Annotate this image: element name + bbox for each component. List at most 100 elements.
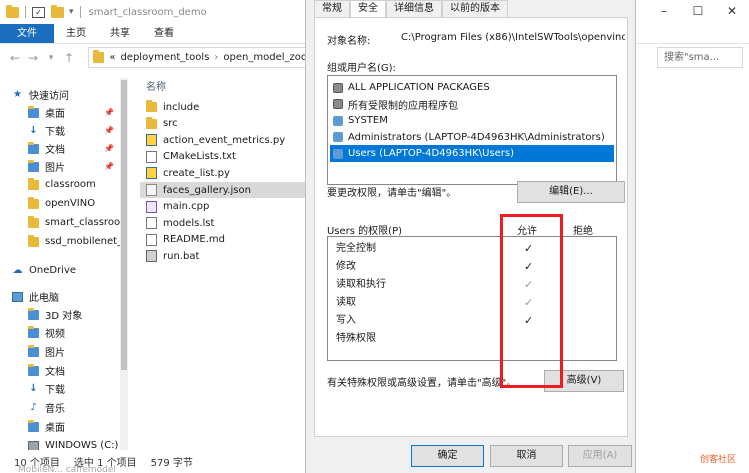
new-folder-icon[interactable] (51, 4, 64, 18)
file-name: action_event_metrics.py (163, 134, 286, 146)
nav-item-label: OneDrive (29, 265, 77, 276)
watermark-subtitle: 创客社区 (700, 455, 737, 465)
nav-item-label: 图片 (45, 163, 65, 174)
nav-item-label: 桌面 (45, 109, 65, 120)
nav-item[interactable]: classroom (0, 176, 120, 193)
security-tab-panel: 对象名称: C:\Program Files (x86)\IntelSWTool… (314, 17, 628, 437)
nav-item[interactable]: ↓ 下载 📌 (0, 122, 120, 139)
breadcrumb-prefix[interactable]: « (109, 52, 115, 63)
file-name: src (163, 118, 178, 130)
file-row[interactable]: README.md (140, 232, 306, 248)
text-file-icon (146, 150, 157, 163)
nav-item[interactable]: smart_classroo (0, 214, 120, 231)
nav-item-label: 音乐 (45, 404, 65, 415)
group-name: Administrators (LAPTOP-4D4963HK\Administ… (348, 131, 605, 143)
folder-icon (146, 100, 157, 112)
nav-item[interactable]: 文档 📌 (0, 140, 120, 157)
search-input[interactable]: 搜索"sma... (657, 47, 743, 68)
tab-general[interactable]: 常规 (314, 0, 350, 17)
forward-arrow-icon[interactable]: → (24, 51, 42, 65)
ribbon-tab-share[interactable]: 共享 (98, 24, 142, 43)
quick-access-toolbar-dropdown-icon[interactable]: ▾ (69, 7, 74, 17)
tab-security[interactable]: 安全 (350, 0, 386, 18)
pin-icon: 📌 (104, 108, 114, 117)
breadcrumb-chevron-icon[interactable]: › (214, 52, 218, 63)
nav-item[interactable]: 桌面 📌 (0, 104, 120, 121)
scrollbar-thumb[interactable] (121, 80, 127, 370)
nav-item[interactable]: 视频 (0, 324, 120, 341)
ribbon-tab-home[interactable]: 主页 (54, 24, 98, 43)
tab-details[interactable]: 详细信息 (386, 0, 442, 17)
file-row[interactable]: action_event_metrics.py (140, 132, 306, 148)
groups-listbox[interactable]: ALL APPLICATION PACKAGES 所有受限制的应用程序包 SYSTE… (327, 75, 617, 185)
nav-item[interactable]: 此电脑 (0, 288, 120, 305)
breadcrumb-deployment-tools[interactable]: deployment_tools (120, 52, 209, 63)
permission-name: 特殊权限 (336, 333, 376, 344)
user-icon (333, 115, 343, 126)
group-name: SYSTEM (348, 115, 388, 127)
nav-item-label: openVINO (45, 198, 96, 209)
nav-item[interactable]: ↓ 下载 (0, 380, 120, 397)
cpp-file-icon (146, 200, 157, 213)
file-row[interactable]: include (140, 99, 306, 115)
file-name: README.md (163, 234, 226, 246)
minimize-icon[interactable]: – (647, 0, 681, 24)
ribbon-tab-file[interactable]: 文件 (0, 24, 54, 43)
folder-icon (28, 177, 39, 190)
change-permission-hint: 要更改权限，请单击"编辑"。 (327, 188, 457, 199)
allow-column-highlight (500, 214, 563, 388)
nav-item-label: 3D 对象 (45, 311, 83, 322)
file-row[interactable]: CMakeLists.txt (140, 149, 306, 165)
edit-button[interactable]: 编辑(E)... (517, 181, 625, 203)
title-separator-2 (79, 6, 81, 18)
maximize-icon[interactable]: ☐ (681, 0, 715, 24)
nav-item-label: 快速访问 (29, 91, 69, 102)
nav-item-label: smart_classroo (45, 217, 120, 228)
nav-item[interactable]: ssd_mobilenet_ (0, 233, 120, 250)
nav-item[interactable]: openVINO (0, 195, 120, 212)
nav-item[interactable]: ☁ OneDrive (0, 262, 120, 279)
cancel-button[interactable]: 取消 (490, 445, 563, 467)
nav-item[interactable]: 文档 (0, 362, 120, 379)
address-bar[interactable]: « deployment_tools › open_model_zoo (88, 47, 308, 68)
group-list-item[interactable]: Users (LAPTOP-4D4963HK\Users) (330, 145, 614, 163)
permissions-list: 完全控制 ✓ 修改 ✓ 读取和执行 ✓ 读取 ✓ 写入 ✓ 特殊权限 (327, 236, 617, 361)
group-list-item[interactable]: Administrators (LAPTOP-4D4963HK\Administ… (330, 129, 614, 146)
nav-item[interactable]: 图片 (0, 343, 120, 360)
file-list: 名称 include src action_event_metrics.py CMak… (136, 78, 306, 450)
tab-previous-versions[interactable]: 以前的版本 (442, 0, 508, 17)
file-row[interactable]: models.lst (140, 215, 306, 231)
ribbon-tab-view[interactable]: 查看 (142, 24, 186, 43)
breadcrumb-open-model-zoo[interactable]: open_model_zoo (223, 52, 307, 63)
folder-icon (28, 196, 39, 209)
group-list-item[interactable]: 所有受限制的应用程序包 (330, 96, 614, 113)
column-header-name[interactable]: 名称 (146, 78, 166, 93)
python-file-icon (146, 167, 157, 180)
properties-check-icon[interactable]: ✓ (32, 6, 45, 18)
file-row[interactable]: faces_gallery.json (140, 182, 306, 198)
download-icon: ↓ (29, 124, 38, 136)
recent-dropdown-icon[interactable]: ▾ (42, 53, 60, 63)
nav-item[interactable]: 图片 📌 (0, 158, 120, 175)
ok-button[interactable]: 确定 (411, 445, 484, 467)
group-name: ALL APPLICATION PACKAGES (348, 82, 490, 93)
file-name: CMakeLists.txt (163, 151, 236, 163)
nav-item[interactable]: ♪ 音乐 (0, 399, 120, 416)
file-row[interactable]: run.bat (140, 248, 306, 264)
nav-item[interactable]: 桌面 (0, 418, 120, 435)
nav-item[interactable]: 3D 对象 (0, 306, 120, 323)
properties-dialog: 常规 安全 详细信息 以前的版本 对象名称: C:\Program Files … (305, 0, 636, 473)
navigation-scrollbar[interactable] (120, 78, 128, 450)
up-arrow-icon[interactable]: ↑ (60, 51, 78, 65)
apply-button[interactable]: 应用(A) (568, 445, 632, 467)
permission-name: 完全控制 (336, 243, 376, 254)
close-icon[interactable]: ✕ (715, 0, 749, 24)
nav-item[interactable]: ★ 快速访问 (0, 86, 120, 103)
file-row[interactable]: src (140, 116, 306, 132)
back-arrow-icon[interactable]: ← (6, 51, 24, 65)
file-row[interactable]: main.cpp (140, 199, 306, 215)
groups-label: 组或用户名(G): (327, 63, 396, 74)
group-list-item[interactable]: ALL APPLICATION PACKAGES (330, 79, 614, 96)
group-list-item[interactable]: SYSTEM (330, 112, 614, 129)
file-row[interactable]: create_list.py (140, 165, 306, 181)
